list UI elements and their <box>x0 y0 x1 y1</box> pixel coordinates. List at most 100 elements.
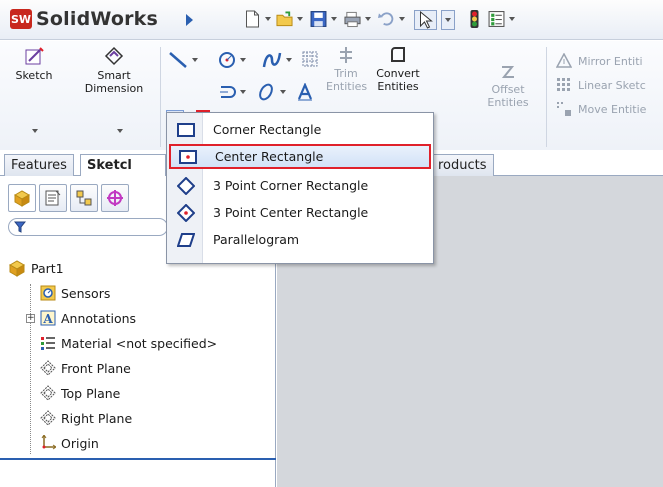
expand-annotations-icon[interactable]: + <box>26 314 35 323</box>
configuration-icon <box>76 190 92 206</box>
tree-item-sensors[interactable]: Sensors <box>40 283 110 303</box>
dimxpert-manager-tab[interactable] <box>101 184 129 212</box>
tab-sketch[interactable]: Sketcl <box>80 154 166 176</box>
slot-tool[interactable] <box>218 83 246 101</box>
chevron-down-icon <box>509 17 515 21</box>
offset-entities-button[interactable]: Offset Entities <box>484 63 532 109</box>
panel-manager-tabs <box>8 184 132 212</box>
mirror-icon <box>556 53 572 68</box>
rebuild-button[interactable] <box>466 10 483 28</box>
slot-icon <box>220 86 236 98</box>
smart-dimension-icon <box>104 46 124 66</box>
options-icon <box>488 11 505 27</box>
property-manager-tab[interactable] <box>39 184 67 212</box>
menu-item-label: Center Rectangle <box>215 149 324 164</box>
move-entities-icon <box>557 102 571 116</box>
sketch-icon <box>25 47 44 65</box>
feature-tree-icon <box>13 190 31 207</box>
save-button[interactable] <box>310 10 337 28</box>
trim-icon <box>340 47 352 63</box>
select-button[interactable] <box>414 10 437 30</box>
offset-icon <box>501 66 515 78</box>
smart-dimension-dropdown-icon[interactable] <box>117 129 123 133</box>
save-icon <box>310 11 327 27</box>
open-button[interactable] <box>276 10 303 28</box>
trim-entities-button[interactable]: Trim Entities <box>326 45 368 93</box>
convert-entities-icon <box>391 47 405 62</box>
mirror-entities-button[interactable]: Mirror Entiti <box>556 53 643 69</box>
parallelogram-icon <box>177 232 195 247</box>
select-dropdown-button[interactable] <box>441 10 455 30</box>
tree-item-origin[interactable]: Origin <box>40 433 99 453</box>
chevron-down-icon <box>399 17 405 21</box>
annotations-icon: A <box>40 310 56 326</box>
menu-item-label: 3 Point Corner Rectangle <box>213 178 369 193</box>
new-document-button[interactable] <box>244 10 271 28</box>
move-label: Move Entitie <box>578 102 647 116</box>
menu-item-3-point-corner-rectangle[interactable]: 3 Point Corner Rectangle <box>169 173 431 198</box>
tab-products[interactable]: roducts <box>432 154 494 176</box>
3-point-corner-rectangle-icon <box>177 176 195 195</box>
tree-item-label: Part1 <box>31 260 64 276</box>
ellipse-tool[interactable] <box>256 83 286 101</box>
tree-item-material[interactable]: Material <not specified> <box>40 333 217 353</box>
move-entities-button[interactable]: Move Entitie <box>556 101 646 117</box>
svg-text:A: A <box>42 312 53 326</box>
feature-manager-tab[interactable] <box>8 184 36 212</box>
spline-tool[interactable] <box>262 51 292 69</box>
feature-tree-filter[interactable] <box>8 218 168 236</box>
3-point-center-rectangle-icon <box>177 203 195 222</box>
print-button[interactable] <box>344 10 371 28</box>
tree-item-annotations[interactable]: A Annotations <box>40 308 136 328</box>
text-tool[interactable] <box>296 83 314 101</box>
chevron-down-icon <box>297 17 303 21</box>
menu-item-corner-rectangle[interactable]: Corner Rectangle <box>169 117 431 142</box>
center-rectangle-icon <box>179 149 197 164</box>
ribbon-separator <box>160 47 161 147</box>
new-document-icon <box>246 10 259 28</box>
material-icon <box>41 337 55 350</box>
chevron-down-icon <box>445 18 451 22</box>
menu-item-center-rectangle[interactable]: Center Rectangle <box>169 144 431 169</box>
print-icon <box>344 11 361 28</box>
tree-item-top-plane[interactable]: Top Plane <box>40 383 120 403</box>
solidworks-logo[interactable]: SW SolidWorks <box>10 8 158 30</box>
line-icon <box>169 52 187 68</box>
solidworks-logo-mark: SW <box>10 9 32 29</box>
tab-features[interactable]: Features <box>4 154 74 176</box>
sensors-icon <box>40 285 56 301</box>
sketch-dropdown-icon[interactable] <box>32 129 38 133</box>
chevron-down-icon <box>280 90 286 94</box>
circle-tool[interactable] <box>218 51 246 69</box>
panel-divider <box>0 458 276 460</box>
tree-item-front-plane[interactable]: Front Plane <box>40 358 131 378</box>
trim-label: Trim Entities <box>326 67 368 93</box>
tree-item-label: Material <not specified> <box>61 335 218 351</box>
sketch-button[interactable]: Sketch <box>12 45 56 82</box>
linear-sketch-pattern-button[interactable]: Linear Sketc <box>556 77 646 93</box>
tree-root-part[interactable]: Part1 <box>8 258 64 278</box>
rectangle-tool-menu: Corner Rectangle Center Rectangle 3 Poin… <box>166 112 434 264</box>
menu-expand-arrow-icon[interactable] <box>186 14 193 26</box>
tree-item-label: Annotations <box>61 310 137 326</box>
configuration-manager-tab[interactable] <box>70 184 98 212</box>
undo-button[interactable] <box>378 10 405 28</box>
smart-dimension-button[interactable]: Smart Dimension <box>68 45 160 95</box>
sketch-text-icon <box>297 83 313 101</box>
sketch-grid-tool[interactable] <box>302 51 318 67</box>
app-title: SolidWorks <box>36 8 159 30</box>
menu-item-3-point-center-rectangle[interactable]: 3 Point Center Rectangle <box>169 200 431 225</box>
property-icon <box>45 190 61 206</box>
ellipse-icon <box>259 83 273 101</box>
spline-icon <box>262 52 282 68</box>
menu-item-parallelogram[interactable]: Parallelogram <box>169 227 431 252</box>
smart-dimension-label: Smart Dimension <box>84 69 144 95</box>
line-tool[interactable] <box>168 51 198 69</box>
grid-icon <box>302 51 318 67</box>
convert-entities-button[interactable]: Convert Entities <box>370 45 426 93</box>
offset-label: Offset Entities <box>487 83 529 109</box>
tree-item-right-plane[interactable]: Right Plane <box>40 408 132 428</box>
tree-connector <box>30 284 31 454</box>
options-button[interactable] <box>488 10 515 28</box>
plane-icon <box>40 360 56 376</box>
